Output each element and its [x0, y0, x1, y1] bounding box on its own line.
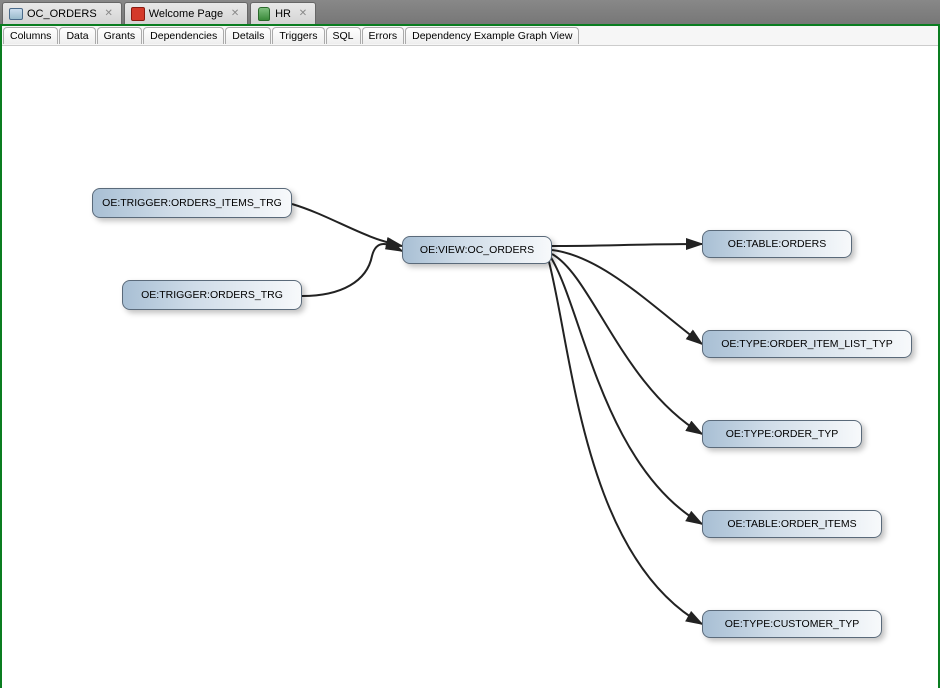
subtab-data[interactable]: Data [59, 27, 95, 44]
tab-label: OC_ORDERS [27, 8, 97, 20]
close-icon[interactable]: ✕ [297, 8, 309, 20]
view-icon [9, 7, 23, 21]
node-label: OE:TYPE:ORDER_TYP [726, 428, 839, 440]
node-type-order-typ[interactable]: OE:TYPE:ORDER_TYP [702, 420, 862, 448]
node-table-orders[interactable]: OE:TABLE:ORDERS [702, 230, 852, 258]
node-label: OE:TABLE:ORDER_ITEMS [727, 518, 856, 530]
subtab-dependency-graph[interactable]: Dependency Example Graph View [405, 27, 579, 44]
tab-label: Welcome Page [149, 8, 223, 20]
node-trigger-orders-trg[interactable]: OE:TRIGGER:ORDERS_TRG [122, 280, 302, 310]
graph-area[interactable]: OE:TRIGGER:ORDERS_ITEMS_TRG OE:TRIGGER:O… [2, 46, 938, 688]
oracle-icon [131, 7, 145, 21]
editor-tabs: OC_ORDERS ✕ Welcome Page ✕ HR ✕ [0, 0, 940, 24]
tab-label: HR [275, 8, 291, 20]
node-label: OE:TYPE:CUSTOMER_TYP [725, 618, 860, 630]
content-border: Columns Data Grants Dependencies Details… [0, 24, 940, 688]
edges-layer [2, 46, 938, 688]
node-trigger-orders-items-trg[interactable]: OE:TRIGGER:ORDERS_ITEMS_TRG [92, 188, 292, 218]
subtab-errors[interactable]: Errors [362, 27, 405, 44]
close-icon[interactable]: ✕ [103, 8, 115, 20]
node-type-order-item-list-typ[interactable]: OE:TYPE:ORDER_ITEM_LIST_TYP [702, 330, 912, 358]
app-frame: OC_ORDERS ✕ Welcome Page ✕ HR ✕ Columns … [0, 0, 940, 688]
node-label: OE:VIEW:OC_ORDERS [420, 244, 534, 256]
node-label: OE:TRIGGER:ORDERS_TRG [141, 289, 283, 301]
close-icon[interactable]: ✕ [229, 8, 241, 20]
subtabs: Columns Data Grants Dependencies Details… [2, 26, 938, 46]
node-label: OE:TYPE:ORDER_ITEM_LIST_TYP [721, 338, 893, 350]
database-icon [257, 7, 271, 21]
subtab-triggers[interactable]: Triggers [272, 27, 324, 44]
node-label: OE:TRIGGER:ORDERS_ITEMS_TRG [102, 197, 282, 209]
editor-tab-oc-orders[interactable]: OC_ORDERS ✕ [2, 2, 122, 24]
subtab-columns[interactable]: Columns [3, 27, 58, 44]
subtab-details[interactable]: Details [225, 27, 271, 44]
node-table-order-items[interactable]: OE:TABLE:ORDER_ITEMS [702, 510, 882, 538]
node-type-customer-typ[interactable]: OE:TYPE:CUSTOMER_TYP [702, 610, 882, 638]
node-label: OE:TABLE:ORDERS [728, 238, 826, 250]
editor-tab-hr[interactable]: HR ✕ [250, 2, 316, 24]
subtab-grants[interactable]: Grants [97, 27, 143, 44]
editor-tab-welcome[interactable]: Welcome Page ✕ [124, 2, 248, 24]
subtab-dependencies[interactable]: Dependencies [143, 27, 224, 44]
node-view-oc-orders[interactable]: OE:VIEW:OC_ORDERS [402, 236, 552, 264]
subtab-sql[interactable]: SQL [326, 27, 361, 44]
